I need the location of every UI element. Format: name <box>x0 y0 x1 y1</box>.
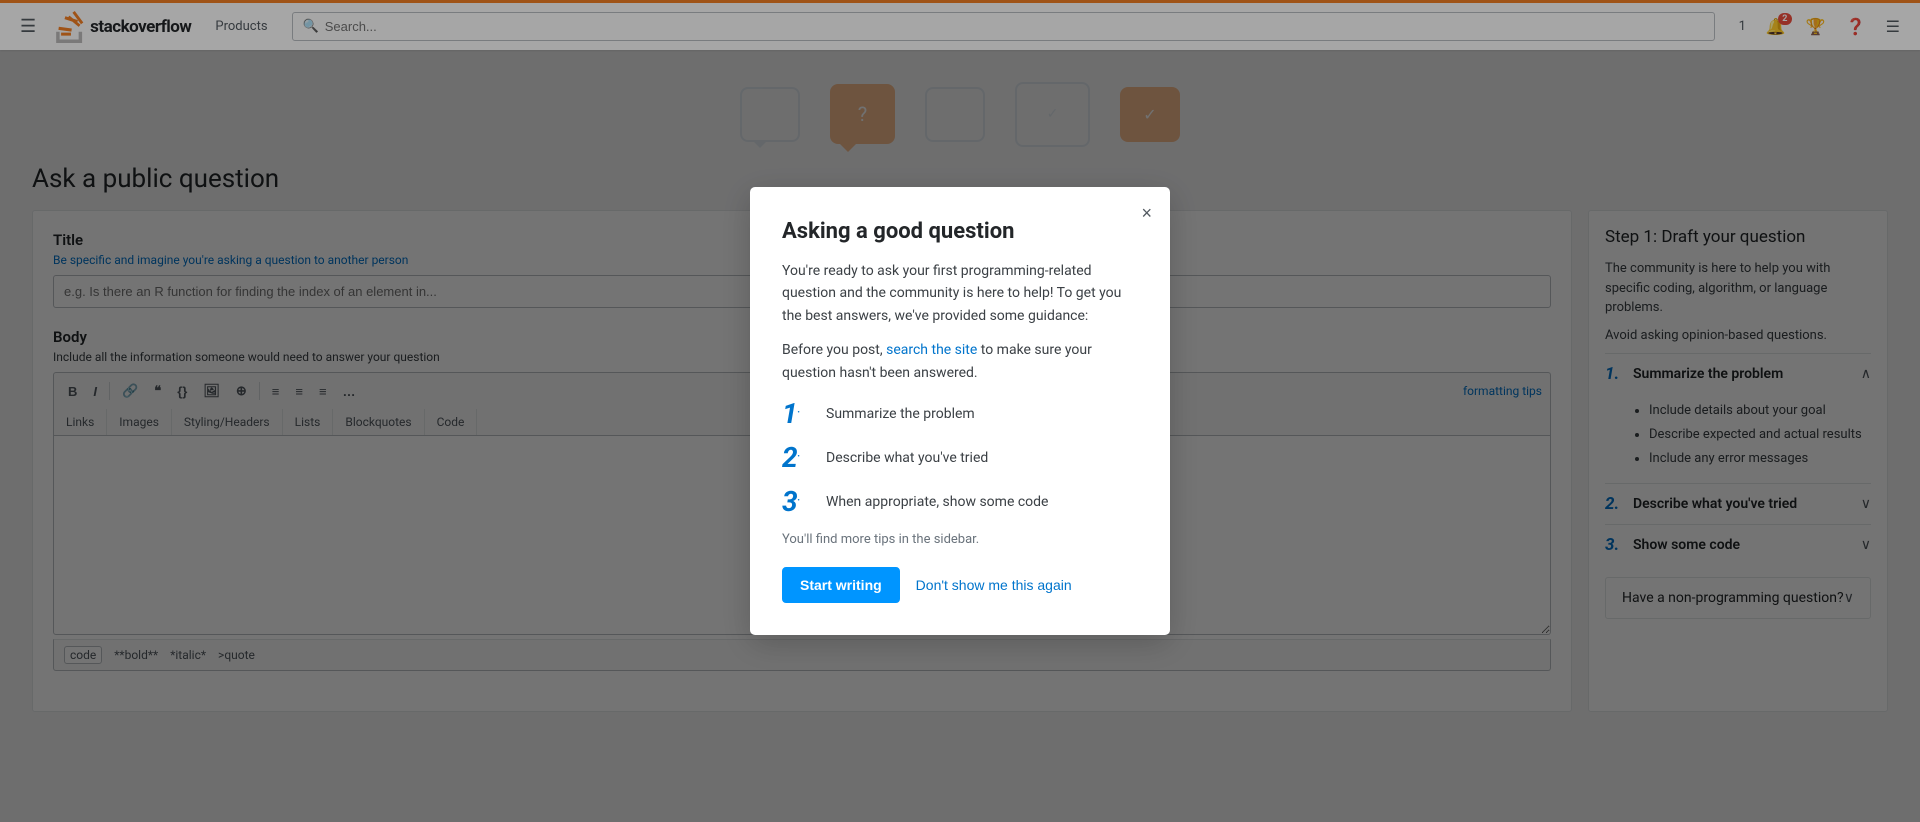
asking-good-question-modal: × Asking a good question You're ready to… <box>750 187 1170 635</box>
modal-close-button[interactable]: × <box>1141 203 1152 224</box>
modal-steps-list: 1. Summarize the problem 2. Describe wha… <box>782 400 1138 516</box>
modal-intro-1: You're ready to ask your first programmi… <box>782 260 1138 327</box>
modal-actions: Start writing Don't show me this again <box>782 567 1138 603</box>
modal-intro-2-pre: Before you post, <box>782 342 886 358</box>
modal-step-1-num: 1. <box>782 400 814 428</box>
modal-step-3: 3. When appropriate, show some code <box>782 488 1138 516</box>
dont-show-button[interactable]: Don't show me this again <box>916 577 1072 593</box>
modal-title: Asking a good question <box>782 219 1138 244</box>
modal-step-1: 1. Summarize the problem <box>782 400 1138 428</box>
modal-step-2-num: 2. <box>782 444 814 472</box>
modal-step-2: 2. Describe what you've tried <box>782 444 1138 472</box>
modal-sidebar-tip: You'll find more tips in the sidebar. <box>782 532 1138 547</box>
modal-step-3-text: When appropriate, show some code <box>826 494 1048 510</box>
modal-step-1-text: Summarize the problem <box>826 406 975 422</box>
search-site-link[interactable]: search the site <box>886 342 977 358</box>
modal-step-3-num: 3. <box>782 488 814 516</box>
start-writing-button[interactable]: Start writing <box>782 567 900 603</box>
modal-intro-2: Before you post, search the site to make… <box>782 339 1138 384</box>
modal-step-2-text: Describe what you've tried <box>826 450 988 466</box>
